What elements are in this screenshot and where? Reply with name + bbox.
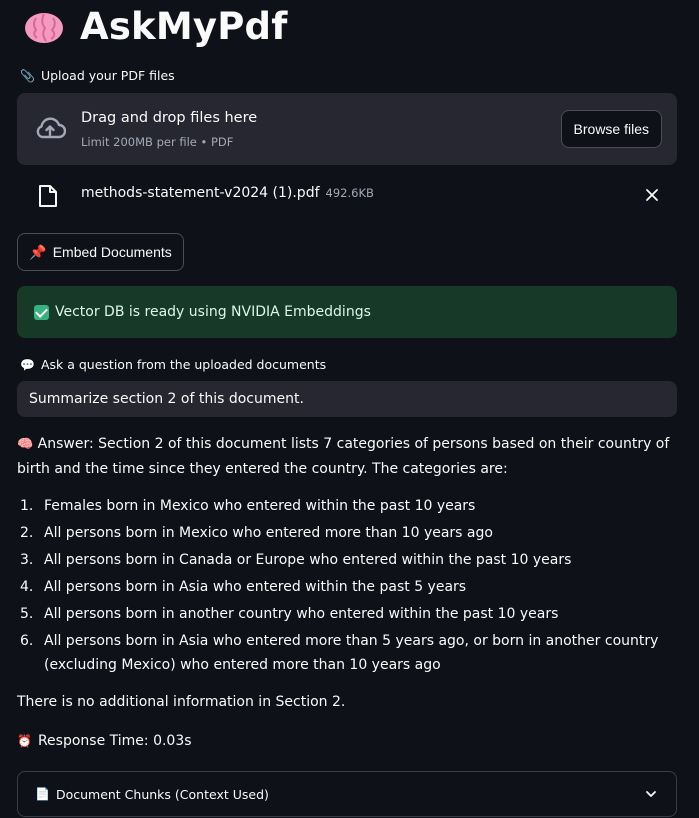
paperclip-icon: 📎	[20, 68, 35, 83]
dropzone-title: Drag and drop files here	[81, 110, 258, 126]
list-item-text: Females born in Mexico who entered withi…	[44, 498, 476, 514]
question-input-value: Summarize section 2 of this document.	[29, 391, 304, 407]
file-name: methods-statement-v2024 (1).pdf 492.6KB	[81, 185, 374, 201]
embed-documents-button[interactable]: 📌 Embed Documents	[17, 233, 184, 271]
pushpin-icon: 📌	[29, 243, 47, 260]
list-item: 5. All persons born in another country wh…	[20, 606, 559, 622]
answer-intro: 🧠 Answer: Section 2 of this document lis…	[17, 432, 677, 481]
answer-intro-text: Answer: Section 2 of this document lists…	[17, 436, 670, 477]
header: AskMyPdf	[22, 2, 288, 50]
response-time: ⏰ Response Time: 0.03s	[17, 733, 192, 749]
chevron-down-icon	[646, 791, 656, 797]
page-title: AskMyPdf	[80, 4, 288, 48]
uploaded-file-row: methods-statement-v2024 (1).pdf 492.6KB	[17, 178, 677, 214]
list-item: 3. All persons born in Canada or Europe w…	[20, 552, 572, 568]
upload-label-text: Upload your PDF files	[40, 68, 175, 83]
question-label-text: Ask a question from the uploaded documen…	[40, 357, 327, 372]
document-chunks-expander[interactable]: 📄 Document Chunks (Context Used)	[17, 771, 677, 817]
upload-label: 📎 Upload your PDF files	[20, 68, 175, 83]
status-alert: Vector DB is ready using NVIDIA Embeddin…	[17, 286, 677, 338]
list-item: 4. All persons born in Asia who entered w…	[20, 579, 467, 595]
expander-label: Document Chunks (Context Used)	[55, 786, 269, 802]
list-item-text: All persons born in Asia who entered mor…	[44, 633, 659, 673]
answer-list: 1. Females born in Mexico who entered wit…	[17, 494, 667, 680]
app-root: AskMyPdf 📎 Upload your PDF files Drag an…	[0, 0, 699, 818]
answer-closing: There is no additional information in Se…	[17, 694, 346, 710]
list-item: 2. All persons born in Mexico who entered…	[20, 525, 493, 541]
brain-icon	[22, 4, 66, 48]
status-message: Vector DB is ready using NVIDIA Embeddin…	[55, 304, 371, 320]
question-input[interactable]: Summarize section 2 of this document.	[17, 381, 677, 417]
list-item-text: All persons born in Canada or Europe who…	[44, 552, 572, 568]
speech-bubble-icon: 💬	[20, 357, 35, 372]
checkmark-icon	[34, 304, 49, 320]
list-item-text: All persons born in another country who …	[44, 606, 559, 622]
list-item: 1. Females born in Mexico who entered wit…	[20, 498, 476, 514]
page-icon: 📄	[35, 787, 50, 801]
file-dropzone[interactable]: Drag and drop files here Limit 200MB per…	[17, 93, 677, 165]
browse-files-button[interactable]: Browse files	[560, 110, 662, 148]
list-item-text: All persons born in Asia who entered wit…	[44, 579, 467, 595]
list-item-text: All persons born in Mexico who entered m…	[44, 525, 493, 541]
brain-icon: 🧠	[17, 437, 34, 452]
close-icon[interactable]	[644, 187, 660, 203]
alarm-clock-icon: ⏰	[17, 734, 32, 748]
file-icon	[39, 185, 57, 207]
list-item: 6. All persons born in Asia who entered m…	[20, 633, 659, 673]
cloud-upload-icon	[36, 117, 66, 139]
dropzone-subtitle: Limit 200MB per file • PDF	[81, 135, 234, 149]
file-size: 492.6KB	[325, 186, 374, 200]
embed-button-label: Embed Documents	[52, 244, 172, 260]
file-name-text: methods-statement-v2024 (1).pdf	[81, 185, 320, 201]
question-label: 💬 Ask a question from the uploaded docum…	[20, 357, 326, 372]
response-time-text: Response Time: 0.03s	[37, 733, 192, 749]
